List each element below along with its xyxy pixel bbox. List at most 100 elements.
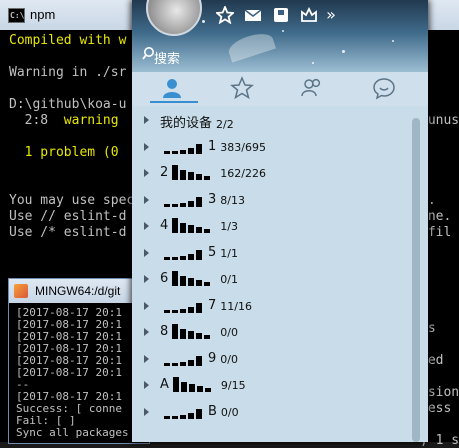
bar <box>204 229 211 233</box>
chat-tab[interactable] <box>372 76 396 100</box>
bar <box>172 362 178 366</box>
signal-bars-icon <box>172 218 212 233</box>
expand-arrow-icon[interactable] <box>144 222 149 230</box>
mingw-terminal[interactable]: [2017-08-17 20:1 [2017-08-17 20:1 [2017-08… <box>9 303 149 443</box>
online-count: 0/0 <box>220 326 238 339</box>
console-line: You may use spec <box>9 193 135 208</box>
expand-arrow-icon[interactable] <box>144 169 149 177</box>
bar <box>172 218 179 233</box>
console-line: D:\github\koa-u <box>9 97 127 112</box>
star-icon[interactable] <box>214 4 236 25</box>
expand-arrow-icon[interactable] <box>144 381 149 389</box>
bar <box>164 203 170 207</box>
group-row[interactable]: 我的设备 2/2 <box>132 108 408 134</box>
bar <box>188 278 195 286</box>
group-row[interactable]: 2 162/226 <box>132 161 408 187</box>
person-icon <box>163 79 181 98</box>
qq-tabs <box>132 72 428 106</box>
avatar[interactable] <box>146 0 202 36</box>
bar <box>180 202 186 207</box>
group-name: 8 <box>160 324 169 339</box>
contact-group-list: 我的设备 2/2 1 383/695 2 162/226 3 8/13 4 1/3 5 1/1 6 0/1… <box>132 106 428 442</box>
console-line: 1 problem (0 <box>9 145 119 160</box>
group-row[interactable]: A 9/15 <box>132 373 408 399</box>
bar <box>164 362 170 366</box>
group-icon <box>301 78 321 97</box>
signal-bars-icon <box>164 351 204 366</box>
online-count: 0/0 <box>220 405 239 419</box>
bar <box>196 196 202 207</box>
expand-arrow-icon[interactable] <box>144 328 149 336</box>
group-name: A <box>160 377 169 392</box>
group-name: 9 <box>208 350 217 366</box>
crown-icon[interactable] <box>300 6 318 24</box>
online-count: 0/1 <box>220 273 238 286</box>
bar <box>196 302 202 313</box>
expand-arrow-icon[interactable] <box>144 275 149 283</box>
npm-title: npm <box>30 7 56 22</box>
bar <box>188 412 194 419</box>
bar <box>180 276 187 286</box>
signal-bars-icon <box>164 139 204 154</box>
bar <box>172 150 178 154</box>
bar <box>196 280 203 286</box>
photo-icon[interactable] <box>272 6 290 24</box>
group-row[interactable]: 6 0/1 <box>132 267 408 293</box>
bar <box>164 150 170 154</box>
expand-arrow-icon[interactable] <box>144 354 149 363</box>
expand-arrow-icon[interactable] <box>144 407 149 416</box>
group-name: 1 <box>208 138 217 154</box>
online-count: 1/1 <box>220 246 238 260</box>
bar <box>180 149 186 154</box>
scrollbar[interactable] <box>412 118 420 442</box>
star-outline-icon <box>230 76 254 100</box>
terminal-line: [2017-08-17 20:1 <box>16 366 122 379</box>
console-line: Warning in ./sr <box>9 65 127 80</box>
group-row[interactable]: B 0/0 <box>132 400 408 426</box>
bar <box>196 143 202 154</box>
chat-bubble-icon <box>373 78 395 100</box>
bar <box>172 309 178 313</box>
online-count: 0/0 <box>220 352 238 366</box>
bar <box>188 200 194 207</box>
console-line: 2:8 warning <box>9 113 119 128</box>
group-row[interactable]: 7 11/16 <box>132 294 408 320</box>
group-name: B <box>208 403 217 419</box>
bar <box>196 249 202 260</box>
expand-arrow-icon[interactable] <box>144 301 149 310</box>
bar <box>164 256 170 260</box>
group-row[interactable]: 4 1/3 <box>132 214 408 240</box>
group-row[interactable]: 8 0/0 <box>132 320 408 346</box>
console-line: Use // eslint-d <box>9 209 127 224</box>
contacts-tab[interactable] <box>160 76 184 100</box>
group-row[interactable]: 5 1/1 <box>132 241 408 267</box>
group-row[interactable]: 1 383/695 <box>132 135 408 161</box>
groups-tab[interactable] <box>300 76 324 100</box>
favorites-tab[interactable] <box>230 76 254 100</box>
group-name: 2 <box>160 165 169 180</box>
signal-bars-icon <box>172 165 212 180</box>
group-row[interactable]: 3 8/13 <box>132 188 408 214</box>
bar <box>180 361 186 366</box>
group-row[interactable]: 9 0/0 <box>132 347 408 373</box>
search-input[interactable]: 搜索 <box>140 44 340 67</box>
mail-icon[interactable] <box>244 6 262 24</box>
bar <box>164 309 170 313</box>
qq-header: » 搜索 <box>132 0 428 72</box>
expand-arrow-icon[interactable] <box>144 116 149 124</box>
expand-arrow-icon[interactable] <box>144 248 149 257</box>
group-name: 我的设备 <box>160 116 213 131</box>
more-icon[interactable]: » <box>322 6 340 24</box>
bar <box>180 255 186 260</box>
online-count: 8/13 <box>220 193 245 207</box>
bar <box>188 306 194 313</box>
group-name: 6 <box>160 271 169 286</box>
active-tab-indicator <box>150 101 198 103</box>
bar <box>188 384 195 392</box>
expand-arrow-icon[interactable] <box>144 142 149 151</box>
bar <box>180 414 186 419</box>
expand-arrow-icon[interactable] <box>144 195 149 204</box>
bar <box>180 308 186 313</box>
signal-bars-icon <box>164 298 204 313</box>
mingw-titlebar[interactable]: MINGW64:/d/git <box>9 279 149 303</box>
